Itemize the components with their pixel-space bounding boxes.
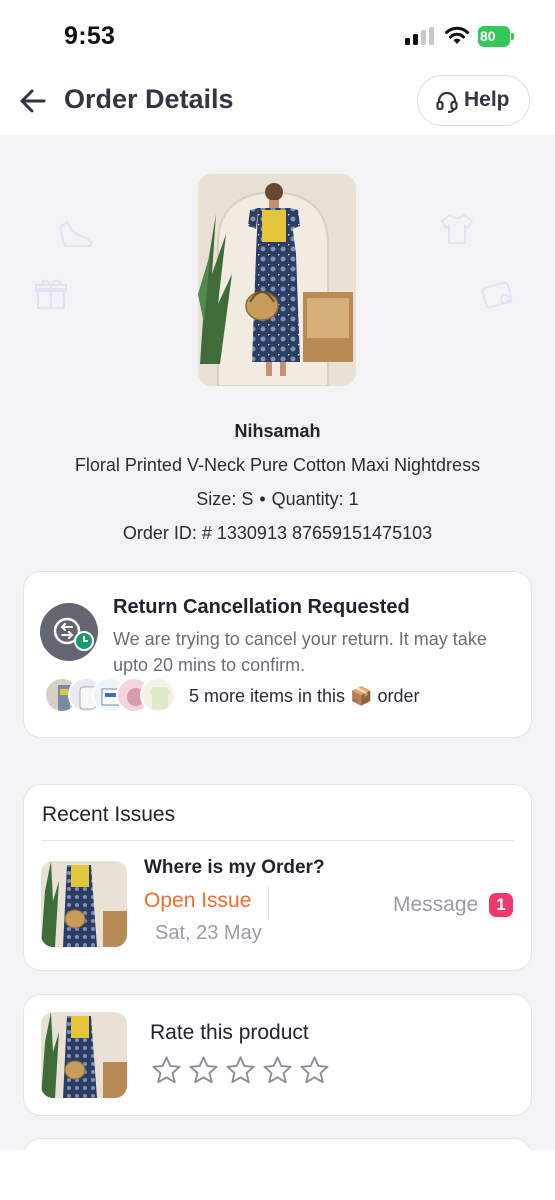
status-time: 9:53 [64, 22, 116, 50]
shoe-icon [59, 220, 93, 247]
star-icon[interactable] [298, 1054, 331, 1087]
tshirt-icon [440, 213, 474, 244]
message-button[interactable]: Message [393, 893, 478, 917]
star-icon[interactable] [224, 1054, 257, 1087]
issue-question[interactable]: Where is my Order? [144, 857, 325, 879]
star-rating[interactable] [150, 1054, 335, 1088]
gift-icon [35, 279, 67, 309]
product-size: Size: S [196, 489, 254, 509]
return-cancel-icon [40, 603, 98, 661]
cellular-signal-icon [405, 27, 434, 45]
issue-date: Sat, 23 May [155, 922, 262, 944]
product-name: Floral Printed V-Neck Pure Cotton Maxi N… [74, 455, 481, 475]
star-icon[interactable] [150, 1054, 183, 1087]
return-status-title: Return Cancellation Requested [113, 596, 410, 618]
back-arrow-icon[interactable] [18, 86, 48, 116]
star-icon[interactable] [187, 1054, 220, 1087]
rate-product-thumbnail [41, 1012, 127, 1098]
star-icon[interactable] [261, 1054, 294, 1087]
battery-level: 80 [480, 28, 496, 44]
item-thumbnail [140, 677, 176, 713]
product-quantity: Quantity: 1 [271, 489, 359, 509]
help-button[interactable]: Help [417, 75, 530, 126]
package-icon: 📦 [350, 686, 373, 706]
more-items-suffix: order [377, 686, 420, 706]
more-items-text[interactable]: 5 more items in this 📦 order [189, 686, 420, 707]
return-status-description: We are trying to cancel your return. It … [113, 629, 487, 675]
rate-product-title: Rate this product [150, 1021, 309, 1044]
order-id: Order ID: # 1330913 87659151475103 [122, 523, 433, 543]
battery-charging-icon: 80 [478, 26, 516, 47]
message-count-badge: 1 [489, 893, 513, 917]
more-items-prefix: 5 more items in this [189, 686, 346, 706]
issue-product-thumbnail[interactable] [41, 861, 127, 947]
meta-separator: • [259, 489, 266, 509]
page-title: Order Details [64, 84, 234, 114]
wifi-icon [445, 26, 469, 44]
wallet-icon [481, 281, 513, 309]
product-image[interactable] [198, 174, 356, 386]
headset-icon [436, 91, 458, 113]
product-brand: Nihsamah [234, 421, 321, 441]
issue-separator [268, 886, 269, 920]
help-label: Help [464, 88, 510, 111]
other-items-thumbnails[interactable] [44, 677, 179, 715]
bottom-bar [0, 1150, 555, 1200]
issue-status: Open Issue [144, 889, 252, 912]
product-meta: Size: S • Quantity: 1 [0, 489, 555, 510]
recent-issues-heading: Recent Issues [42, 803, 176, 826]
divider [42, 840, 514, 841]
